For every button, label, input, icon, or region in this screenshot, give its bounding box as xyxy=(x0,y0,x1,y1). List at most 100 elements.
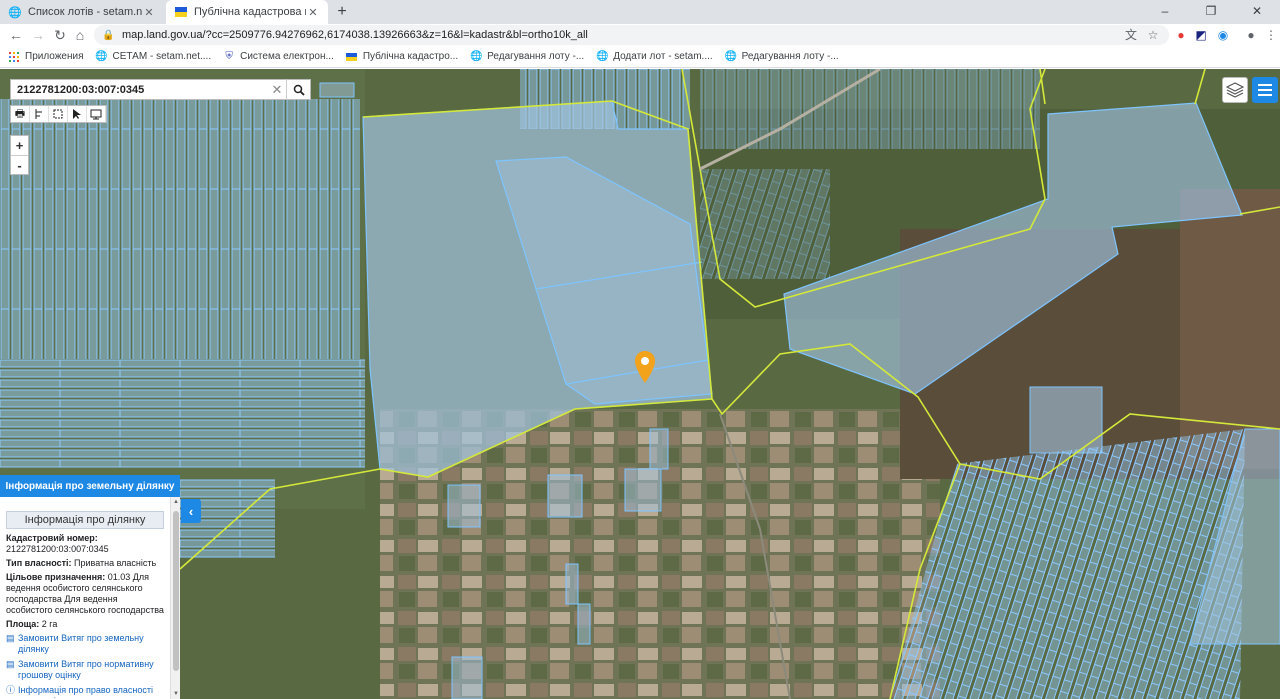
globe-icon: 🌐 xyxy=(8,6,22,19)
bookmark-apps[interactable]: Приложения xyxy=(8,51,84,63)
measure-area-icon[interactable] xyxy=(49,106,68,122)
bookmark-label: Редагування лоту -... xyxy=(741,51,839,62)
tab-strip: 🌐 Список лотів - setam.net.ua ✕ Публічна… xyxy=(0,0,1280,24)
purpose-row: Цільове призначення: 01.03 Для ведення о… xyxy=(6,572,164,616)
search-icon[interactable] xyxy=(286,79,310,100)
ownership-row: Тип власності: Приватна власність xyxy=(6,558,164,569)
purpose-label: Цільове призначення: xyxy=(6,572,106,582)
document-icon: ▤ xyxy=(6,659,15,669)
home-icon[interactable]: ⌂ xyxy=(70,25,90,45)
menu-dots-icon[interactable]: ⋮ xyxy=(1262,26,1280,44)
info-icon: ⓘ xyxy=(6,685,16,695)
reload-icon[interactable]: ↻ xyxy=(50,25,70,45)
profile-icon[interactable]: ● xyxy=(1242,26,1260,44)
bookmarks-bar: Приложения 🌐 СЕТАМ - setam.net.... ⛨ Сис… xyxy=(0,46,1280,68)
bookmark-item[interactable]: 🌐 Редагування лоту -... xyxy=(470,51,584,63)
apps-grid-icon xyxy=(8,51,20,63)
area-value: 2 га xyxy=(41,619,58,629)
measure-distance-icon[interactable] xyxy=(30,106,49,122)
new-tab-button[interactable]: + xyxy=(332,2,352,22)
bookmark-item[interactable]: 🌐 СЕТАМ - setam.net.... xyxy=(95,51,212,63)
shield-icon: ⛨ xyxy=(225,51,233,62)
map-canvas[interactable]: ✕ 🖶 + - xyxy=(0,69,1280,699)
bookmark-label: СЕТАМ - setam.net.... xyxy=(112,51,212,62)
location-marker-icon[interactable] xyxy=(634,350,656,384)
tab-title: Список лотів - setam.net.ua xyxy=(28,6,142,18)
search-input[interactable] xyxy=(11,83,268,96)
ownership-value: Приватна власність xyxy=(74,558,157,568)
scroll-thumb[interactable] xyxy=(173,511,179,671)
menu-bar xyxy=(1258,94,1272,96)
tab-lots-list[interactable]: 🌐 Список лотів - setam.net.ua ✕ xyxy=(0,0,164,24)
bookmark-label: Система електрон... xyxy=(240,51,334,62)
panel-body: Інформація про ділянку Кадастровий номер… xyxy=(0,497,170,699)
clear-icon[interactable]: ✕ xyxy=(268,82,286,98)
translate-icon[interactable]: 文 xyxy=(1122,26,1140,44)
map-tools: 🖶 xyxy=(10,105,107,123)
bookmark-item[interactable]: 🌐 Додати лот - setam.... xyxy=(595,51,713,63)
scroll-down-icon[interactable]: ▼ xyxy=(171,689,181,699)
zoom-control: + - xyxy=(10,135,29,175)
bookmark-item[interactable]: 🌐 Редагування лоту -... xyxy=(724,51,839,63)
bookmark-label: Приложения xyxy=(25,51,84,62)
extension-icon[interactable]: ◉ xyxy=(1214,26,1232,44)
ownership-label: Тип власності: xyxy=(6,558,72,568)
globe-icon: 🌐 xyxy=(724,51,737,62)
lock-icon: 🔒 xyxy=(102,29,115,41)
close-window-button[interactable]: ✕ xyxy=(1234,0,1280,24)
cadastral-number-value: 2122781200:03:007:0345 xyxy=(6,544,109,554)
menu-bar xyxy=(1258,84,1272,86)
forward-arrow-icon[interactable]: → xyxy=(28,25,48,45)
menu-bar xyxy=(1258,89,1272,91)
close-icon[interactable]: ✕ xyxy=(142,6,156,19)
maximize-button[interactable]: ❐ xyxy=(1188,0,1234,24)
flag-icon xyxy=(174,5,188,19)
cadastral-search: ✕ xyxy=(10,79,311,100)
opera-extension-icon[interactable]: ● xyxy=(1172,26,1190,44)
bookmark-label: Додати лот - setam.... xyxy=(613,51,713,62)
bookmark-item[interactable]: Публічна кадастро... xyxy=(346,51,458,63)
panel-subtitle: Інформація про ділянку xyxy=(6,511,164,529)
close-icon[interactable]: ✕ xyxy=(306,6,320,19)
ownership-info-link[interactable]: ⓘ Інформація про право власності та речо… xyxy=(6,685,164,699)
bookmark-label: Публічна кадастро... xyxy=(362,51,459,62)
tab-title: Публічна кадастрова карта Укр xyxy=(194,6,306,18)
hamburger-menu-button[interactable] xyxy=(1252,77,1278,103)
order-extract-link[interactable]: ▤ Замовити Витяг про земельну ділянку xyxy=(6,633,164,655)
panel-scrollbar[interactable]: ▲ ▼ xyxy=(170,497,180,699)
satellite-map-image xyxy=(0,69,1280,699)
extension-icon[interactable]: ◩ xyxy=(1192,26,1210,44)
url-text: map.land.gov.ua/?cc=2509776.94276962,617… xyxy=(122,29,588,41)
print-icon[interactable]: 🖶 xyxy=(11,106,30,122)
tab-cadastral-map[interactable]: Публічна кадастрова карта Укр ✕ xyxy=(166,0,328,24)
zoom-out-button[interactable]: - xyxy=(11,155,28,174)
link-label: Замовити Витяг про нормативну грошову оц… xyxy=(18,659,154,680)
cadastral-number-row: Кадастровий номер: 2122781200:03:007:034… xyxy=(6,533,164,555)
star-icon[interactable]: ☆ xyxy=(1144,26,1162,44)
link-label: Інформація про право власності та речові… xyxy=(18,685,153,699)
screen-icon[interactable] xyxy=(87,106,106,122)
address-bar[interactable]: 🔒 map.land.gov.ua/?cc=2509776.94276962,6… xyxy=(94,25,1169,45)
minimize-button[interactable]: – xyxy=(1142,0,1188,24)
link-label: Замовити Витяг про земельну ділянку xyxy=(18,633,144,654)
layers-icon xyxy=(1226,82,1244,98)
cursor-icon[interactable] xyxy=(68,106,87,122)
area-row: Площа: 2 га xyxy=(6,619,164,630)
layers-button[interactable] xyxy=(1222,77,1248,103)
browser-toolbar: ← → ↻ ⌂ 🔒 map.land.gov.ua/?cc=2509776.94… xyxy=(0,24,1280,46)
globe-icon: 🌐 xyxy=(595,51,609,62)
area-label: Площа: xyxy=(6,619,40,629)
flag-icon xyxy=(346,51,358,63)
collapse-panel-button[interactable]: ‹ xyxy=(181,499,201,523)
parcel-info-panel: Інформація про земельну ділянку Інформац… xyxy=(0,475,180,699)
zoom-in-button[interactable]: + xyxy=(11,136,28,155)
cadastral-number-label: Кадастровий номер: xyxy=(6,533,98,543)
document-icon: ▤ xyxy=(6,633,15,643)
panel-title: Інформація про земельну ділянку xyxy=(0,475,180,497)
order-valuation-link[interactable]: ▤ Замовити Витяг про нормативну грошову … xyxy=(6,659,164,681)
scroll-up-icon[interactable]: ▲ xyxy=(171,497,181,507)
back-arrow-icon[interactable]: ← xyxy=(6,25,26,45)
bookmark-label: Редагування лоту -... xyxy=(487,51,585,62)
bookmark-item[interactable]: ⛨ Система електрон... xyxy=(223,51,334,63)
globe-icon: 🌐 xyxy=(469,51,483,62)
